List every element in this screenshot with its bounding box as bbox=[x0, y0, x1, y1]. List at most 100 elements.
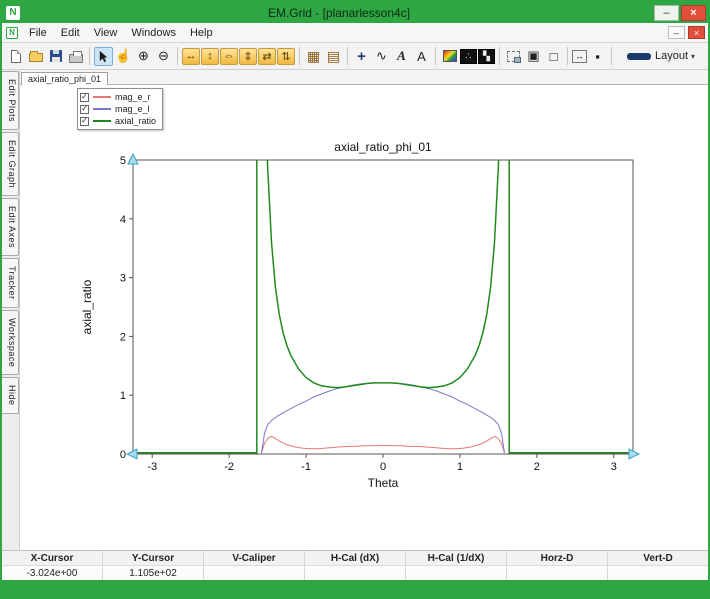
legend-checkbox-mag-e-r[interactable]: ✓ bbox=[80, 93, 89, 102]
zoom-in-icon[interactable]: ⊕ bbox=[134, 47, 153, 66]
add-marker-icon[interactable]: + bbox=[352, 47, 371, 66]
side-tab-strip: Edit Plots Edit Graph Edit Axes Tracker … bbox=[2, 70, 20, 550]
menu-file[interactable]: File bbox=[22, 25, 54, 41]
status-header: Y-Cursor bbox=[103, 551, 204, 565]
legend-row: ✓ mag_e_l bbox=[80, 103, 156, 115]
legend-line-sample bbox=[93, 96, 111, 98]
svg-text:axial_ratio_phi_01: axial_ratio_phi_01 bbox=[334, 140, 432, 154]
h-cal-1dx-value bbox=[406, 566, 507, 580]
status-header: X-Cursor bbox=[2, 551, 103, 565]
sidebar-tab-workspace[interactable]: Workspace bbox=[2, 310, 19, 375]
sidebar-tab-edit-graph[interactable]: Edit Graph bbox=[2, 132, 19, 196]
v-fit-icon[interactable]: ⇕ bbox=[239, 48, 257, 65]
sidebar-tab-tracker[interactable]: Tracker bbox=[2, 258, 19, 308]
label-text-icon[interactable]: A bbox=[412, 47, 431, 66]
empty-frame-icon[interactable]: □ bbox=[544, 47, 563, 66]
svg-text:3: 3 bbox=[120, 273, 126, 285]
pan-hand-icon[interactable]: ☝ bbox=[114, 47, 133, 66]
table-icon[interactable]: ▦ bbox=[304, 47, 323, 66]
h-expand-icon[interactable]: ↔ bbox=[182, 48, 200, 65]
layout-dropdown[interactable]: Layout ▾ bbox=[616, 47, 700, 65]
curve-icon[interactable]: ∿ bbox=[372, 47, 391, 66]
autoscale-icon[interactable]: ⇅ bbox=[277, 48, 295, 65]
toolbar-separator bbox=[567, 47, 568, 65]
status-readout: X-Cursor Y-Cursor V-Caliper H-Cal (dX) H… bbox=[2, 550, 708, 580]
child-minimize-button[interactable]: – bbox=[668, 26, 685, 39]
folder-shape bbox=[29, 53, 43, 62]
legend-row: ✓ axial_ratio bbox=[80, 115, 156, 127]
resize-frame-icon[interactable]: ↔ bbox=[572, 50, 587, 63]
h-fit-icon[interactable]: ⇔ bbox=[220, 48, 238, 65]
sidebar-tab-hide[interactable]: Hide bbox=[2, 377, 19, 414]
child-close-button[interactable]: × bbox=[688, 26, 705, 39]
document-tab[interactable]: axial_ratio_phi_01 bbox=[21, 72, 108, 85]
status-header: Vert-D bbox=[608, 551, 708, 565]
svg-text:4: 4 bbox=[120, 214, 126, 226]
h-cal-dx-value bbox=[305, 566, 406, 580]
status-header: V-Caliper bbox=[204, 551, 305, 565]
pointer-shape bbox=[97, 50, 110, 63]
toolbar-separator bbox=[177, 47, 178, 65]
svg-text:2: 2 bbox=[534, 461, 540, 473]
svg-text:0: 0 bbox=[380, 461, 386, 473]
x-axis-left-handle[interactable] bbox=[127, 449, 137, 459]
new-file-icon[interactable] bbox=[6, 47, 25, 66]
window-footer bbox=[2, 580, 708, 597]
toolbar: ☝ ⊕ ⊖ ↔ ↕ ⇔ ⇕ ⇄ ⇅ ▦ ▤ + ∿ A A ∴ ▚ ▣ □ ↔ … bbox=[2, 43, 708, 70]
legend-label: axial_ratio bbox=[115, 116, 156, 126]
toolbar-separator bbox=[347, 47, 348, 65]
legend-line-sample bbox=[93, 120, 111, 122]
svg-text:1: 1 bbox=[120, 390, 126, 402]
title-bar: N EM.Grid - [planarlesson4c] – × bbox=[2, 2, 708, 23]
status-header-row: X-Cursor Y-Cursor V-Caliper H-Cal (dX) H… bbox=[2, 551, 708, 565]
solid-frame-icon[interactable]: ▪ bbox=[588, 47, 607, 66]
contour-plot-icon[interactable]: ∴ bbox=[460, 49, 477, 64]
x-axis-right-handle[interactable] bbox=[629, 449, 639, 459]
svg-text:5: 5 bbox=[120, 155, 126, 167]
document-area: axial_ratio_phi_01 -3-2-10123012345axial… bbox=[20, 70, 708, 550]
menu-bar: N File Edit View Windows Help – × bbox=[2, 23, 708, 43]
rainbow-plot-icon[interactable] bbox=[440, 47, 459, 66]
fit-both-icon[interactable]: ⇄ bbox=[258, 48, 276, 65]
sidebar-tab-edit-axes[interactable]: Edit Axes bbox=[2, 198, 19, 256]
y-axis-top-handle[interactable] bbox=[128, 154, 138, 164]
sidebar-tab-edit-plots[interactable]: Edit Plots bbox=[2, 71, 19, 130]
svg-text:3: 3 bbox=[611, 461, 617, 473]
toolbar-separator bbox=[499, 47, 500, 65]
svg-text:1: 1 bbox=[457, 461, 463, 473]
vert-d-value bbox=[608, 566, 708, 580]
save-icon[interactable] bbox=[46, 47, 65, 66]
menu-view[interactable]: View bbox=[87, 25, 125, 41]
svg-text:2: 2 bbox=[120, 331, 126, 343]
toolbar-separator bbox=[435, 47, 436, 65]
dashed-frame-icon[interactable] bbox=[504, 47, 523, 66]
mesh-plot-icon[interactable]: ▚ bbox=[478, 49, 495, 64]
x-cursor-value: -3.024e+00 bbox=[2, 566, 103, 580]
open-folder-icon[interactable] bbox=[26, 47, 45, 66]
v-caliper-value bbox=[204, 566, 305, 580]
window-title: EM.Grid - [planarlesson4c] bbox=[24, 6, 654, 20]
chart-svg[interactable]: -3-2-10123012345axial_ratio_phi_01Thetaa… bbox=[20, 85, 708, 550]
menu-edit[interactable]: Edit bbox=[54, 25, 87, 41]
print-icon[interactable] bbox=[66, 47, 85, 66]
dashed-shape bbox=[507, 51, 520, 62]
menu-windows[interactable]: Windows bbox=[124, 25, 183, 41]
italic-text-icon[interactable]: A bbox=[392, 47, 411, 66]
v-expand-icon[interactable]: ↕ bbox=[201, 48, 219, 65]
status-header: H-Cal (dX) bbox=[305, 551, 406, 565]
grid-icon[interactable]: ▤ bbox=[324, 47, 343, 66]
legend-line-sample bbox=[93, 108, 111, 110]
svg-text:Theta: Theta bbox=[368, 476, 399, 490]
printer-shape bbox=[69, 54, 83, 63]
menu-help[interactable]: Help bbox=[183, 25, 220, 41]
zoom-out-icon[interactable]: ⊖ bbox=[154, 47, 173, 66]
legend-frame-icon[interactable]: ▣ bbox=[524, 47, 543, 66]
close-button[interactable]: × bbox=[681, 5, 706, 21]
legend-checkbox-axial-ratio[interactable]: ✓ bbox=[80, 117, 89, 126]
status-value-row: -3.024e+00 1.105e+02 bbox=[2, 565, 708, 580]
floppy-shape bbox=[50, 50, 62, 62]
legend-checkbox-mag-e-l[interactable]: ✓ bbox=[80, 105, 89, 114]
svg-text:0: 0 bbox=[120, 449, 126, 461]
pointer-icon[interactable] bbox=[94, 47, 113, 66]
minimize-button[interactable]: – bbox=[654, 5, 679, 21]
